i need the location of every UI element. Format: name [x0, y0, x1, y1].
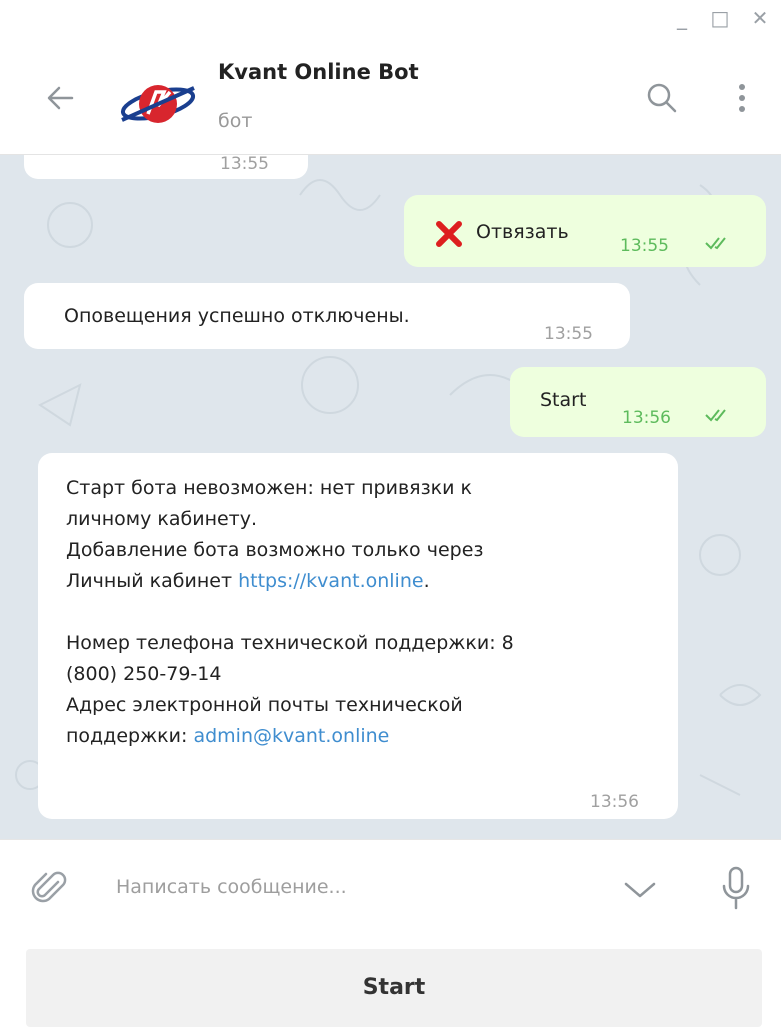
message-line: личному кабинету.: [66, 508, 258, 530]
message-bubble-incoming[interactable]: Оповещения успешно отключены. 13:55: [24, 283, 630, 349]
message-bubble-incoming[interactable]: Старт бота невозможен: нет привязки к ли…: [38, 453, 678, 819]
start-button[interactable]: Start: [26, 949, 762, 1027]
search-button[interactable]: [642, 78, 682, 118]
message-line: Старт бота невозможен: нет привязки к: [66, 477, 473, 499]
bot-avatar[interactable]: [118, 76, 198, 132]
more-vert-icon: [739, 84, 745, 112]
chat-subtitle: бот: [218, 110, 253, 132]
message-composer: Написать сообщение...: [0, 839, 781, 940]
message-bubble-outgoing[interactable]: Отвязать 13:55: [404, 195, 766, 267]
message-line: Номер телефона технической поддержки: 8: [66, 632, 514, 654]
more-button[interactable]: [722, 78, 762, 118]
chat-header: Kvant Online Bot бот: [0, 38, 781, 155]
message-text: Оповещения успешно отключены.: [64, 305, 410, 327]
minimize-button[interactable]: _: [668, 6, 696, 30]
message-input[interactable]: Написать сообщение...: [116, 876, 347, 898]
message-time: 13:56: [590, 792, 639, 812]
message-line: Добавление бота возможно только через: [66, 539, 484, 561]
message-line-text: .: [423, 570, 430, 592]
message-line: Адрес электронной почты технической: [66, 694, 463, 716]
message-text: Start: [540, 389, 587, 411]
maximize-button[interactable]: □: [706, 6, 734, 30]
message-bubble-outgoing[interactable]: Start 13:56: [510, 367, 766, 437]
cross-mark-icon: [436, 221, 462, 247]
message-line-text: поддержки:: [66, 725, 194, 747]
double-check-icon: [705, 409, 726, 422]
message-bubble-partial[interactable]: 13:55: [24, 155, 308, 179]
close-button[interactable]: ✕: [746, 6, 774, 30]
attach-icon: [31, 871, 67, 903]
message-time: 13:56: [622, 408, 671, 428]
kvant-logo-icon: [120, 85, 196, 123]
message-time: 13:55: [544, 324, 593, 344]
message-line-text: Личный кабинет: [66, 570, 239, 592]
mic-icon: [722, 866, 750, 910]
search-icon: [647, 83, 677, 113]
bot-keyboard: Start: [0, 939, 781, 1034]
message-text: Отвязать: [476, 221, 569, 243]
double-check-icon: [705, 237, 726, 250]
back-arrow-icon: [47, 86, 74, 110]
message-time: 13:55: [220, 155, 269, 174]
chat-title: Kvant Online Bot: [218, 60, 419, 84]
bot-keyboard-toggle[interactable]: [620, 870, 660, 910]
message-list[interactable]: 13:55 Отвязать 13:55 Оповещения успешно …: [0, 155, 781, 839]
message-line: (800) 250-79-14: [66, 663, 222, 685]
message-line: Личный кабинет https://kvant.online.: [66, 566, 656, 597]
window-controls: _ □ ✕: [0, 0, 781, 38]
message-body: Старт бота невозможен: нет привязки к ли…: [66, 473, 656, 752]
back-button[interactable]: [40, 78, 80, 118]
attach-button[interactable]: [30, 868, 70, 908]
chevron-down-icon: [624, 882, 656, 898]
message-time: 13:55: [620, 236, 669, 256]
website-link[interactable]: https://kvant.online: [238, 570, 423, 592]
email-link[interactable]: admin@kvant.online: [193, 725, 389, 747]
message-line: поддержки: admin@kvant.online: [66, 721, 656, 752]
voice-button[interactable]: [716, 864, 756, 912]
